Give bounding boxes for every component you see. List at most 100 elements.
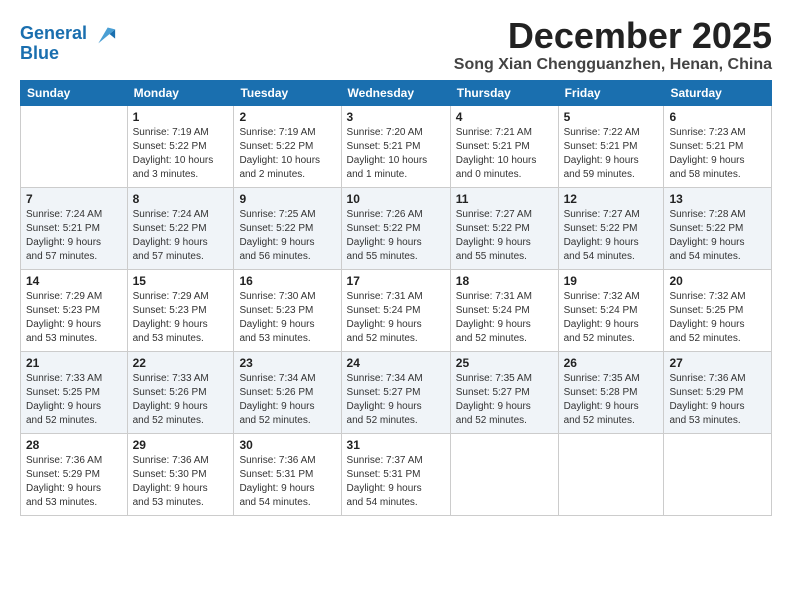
day-info: Sunrise: 7:29 AMSunset: 5:23 PMDaylight:…: [133, 290, 229, 346]
weekday-header-saturday: Saturday: [664, 80, 772, 105]
day-number: 17: [347, 274, 445, 288]
day-number: 27: [669, 356, 766, 370]
logo: General Blue: [20, 20, 117, 64]
day-info: Sunrise: 7:20 AMSunset: 5:21 PMDaylight:…: [347, 126, 445, 182]
day-info: Sunrise: 7:32 AMSunset: 5:24 PMDaylight:…: [564, 290, 659, 346]
calendar-cell: 17 Sunrise: 7:31 AMSunset: 5:24 PMDayligh…: [341, 269, 450, 351]
day-info: Sunrise: 7:30 AMSunset: 5:23 PMDaylight:…: [239, 290, 335, 346]
week-row-2: 7 Sunrise: 7:24 AMSunset: 5:21 PMDaylight…: [21, 187, 772, 269]
day-info: Sunrise: 7:22 AMSunset: 5:21 PMDaylight:…: [564, 126, 659, 182]
weekday-header-thursday: Thursday: [450, 80, 558, 105]
day-info: Sunrise: 7:35 AMSunset: 5:28 PMDaylight:…: [564, 372, 659, 428]
day-number: 15: [133, 274, 229, 288]
weekday-header-sunday: Sunday: [21, 80, 128, 105]
day-number: 8: [133, 192, 229, 206]
day-number: 11: [456, 192, 553, 206]
day-number: 7: [26, 192, 122, 206]
calendar-cell: 31 Sunrise: 7:37 AMSunset: 5:31 PMDayligh…: [341, 433, 450, 515]
calendar-cell: 10 Sunrise: 7:26 AMSunset: 5:22 PMDayligh…: [341, 187, 450, 269]
calendar-cell: 6 Sunrise: 7:23 AMSunset: 5:21 PMDaylight…: [664, 105, 772, 187]
day-info: Sunrise: 7:36 AMSunset: 5:30 PMDaylight:…: [133, 454, 229, 510]
day-info: Sunrise: 7:33 AMSunset: 5:25 PMDaylight:…: [26, 372, 122, 428]
weekday-header-friday: Friday: [558, 80, 664, 105]
day-number: 12: [564, 192, 659, 206]
day-number: 6: [669, 110, 766, 124]
week-row-3: 14 Sunrise: 7:29 AMSunset: 5:23 PMDayligh…: [21, 269, 772, 351]
calendar-cell: [558, 433, 664, 515]
calendar-cell: 2Sunrise: 7:19 AMSunset: 5:22 PMDaylight…: [234, 105, 341, 187]
weekday-header-row: SundayMondayTuesdayWednesdayThursdayFrid…: [21, 80, 772, 105]
day-number: 29: [133, 438, 229, 452]
calendar-cell: 1Sunrise: 7:19 AMSunset: 5:22 PMDaylight…: [127, 105, 234, 187]
header: General Blue December 2025 Song Xian Che…: [20, 16, 772, 74]
calendar-cell: 7 Sunrise: 7:24 AMSunset: 5:21 PMDaylight…: [21, 187, 128, 269]
day-info: Sunrise: 7:32 AMSunset: 5:25 PMDaylight:…: [669, 290, 766, 346]
day-info: Sunrise: 7:31 AMSunset: 5:24 PMDaylight:…: [347, 290, 445, 346]
calendar-cell: 21Sunrise: 7:33 AMSunset: 5:25 PMDayligh…: [21, 351, 128, 433]
weekday-header-monday: Monday: [127, 80, 234, 105]
day-info: Sunrise: 7:27 AMSunset: 5:22 PMDaylight:…: [456, 208, 553, 264]
calendar-cell: 15 Sunrise: 7:29 AMSunset: 5:23 PMDayligh…: [127, 269, 234, 351]
day-info: Sunrise: 7:36 AMSunset: 5:31 PMDaylight:…: [239, 454, 335, 510]
calendar-cell: 5Sunrise: 7:22 AMSunset: 5:21 PMDaylight…: [558, 105, 664, 187]
logo-general: General: [20, 23, 87, 43]
calendar-cell: 12 Sunrise: 7:27 AMSunset: 5:22 PMDayligh…: [558, 187, 664, 269]
calendar-cell: 14 Sunrise: 7:29 AMSunset: 5:23 PMDayligh…: [21, 269, 128, 351]
calendar-cell: 24 Sunrise: 7:34 AMSunset: 5:27 PMDayligh…: [341, 351, 450, 433]
day-number: 14: [26, 274, 122, 288]
day-info: Sunrise: 7:19 AMSunset: 5:22 PMDaylight:…: [239, 126, 335, 182]
calendar-cell: 19 Sunrise: 7:32 AMSunset: 5:24 PMDayligh…: [558, 269, 664, 351]
day-info: Sunrise: 7:24 AMSunset: 5:22 PMDaylight:…: [133, 208, 229, 264]
calendar-cell: 22Sunrise: 7:33 AMSunset: 5:26 PMDayligh…: [127, 351, 234, 433]
day-info: Sunrise: 7:29 AMSunset: 5:23 PMDaylight:…: [26, 290, 122, 346]
calendar-table: SundayMondayTuesdayWednesdayThursdayFrid…: [20, 80, 772, 516]
day-number: 10: [347, 192, 445, 206]
calendar-cell: 23Sunrise: 7:34 AMSunset: 5:26 PMDayligh…: [234, 351, 341, 433]
day-info: Sunrise: 7:23 AMSunset: 5:21 PMDaylight:…: [669, 126, 766, 182]
day-info: Sunrise: 7:35 AMSunset: 5:27 PMDaylight:…: [456, 372, 553, 428]
logo-icon: [89, 20, 117, 48]
day-info: Sunrise: 7:21 AMSunset: 5:21 PMDaylight:…: [456, 126, 553, 182]
calendar-cell: 27 Sunrise: 7:36 AMSunset: 5:29 PMDayligh…: [664, 351, 772, 433]
calendar-cell: 9Sunrise: 7:25 AMSunset: 5:22 PMDaylight…: [234, 187, 341, 269]
day-number: 16: [239, 274, 335, 288]
calendar-cell: 30 Sunrise: 7:36 AMSunset: 5:31 PMDayligh…: [234, 433, 341, 515]
day-info: Sunrise: 7:36 AMSunset: 5:29 PMDaylight:…: [26, 454, 122, 510]
day-number: 31: [347, 438, 445, 452]
title-block: December 2025 Song Xian Chengguanzhen, H…: [454, 16, 772, 74]
day-info: Sunrise: 7:26 AMSunset: 5:22 PMDaylight:…: [347, 208, 445, 264]
calendar-cell: [21, 105, 128, 187]
day-info: Sunrise: 7:19 AMSunset: 5:22 PMDaylight:…: [133, 126, 229, 182]
day-number: 25: [456, 356, 553, 370]
day-info: Sunrise: 7:37 AMSunset: 5:31 PMDaylight:…: [347, 454, 445, 510]
calendar-cell: 29 Sunrise: 7:36 AMSunset: 5:30 PMDayligh…: [127, 433, 234, 515]
day-number: 24: [347, 356, 445, 370]
weekday-header-tuesday: Tuesday: [234, 80, 341, 105]
weekday-header-wednesday: Wednesday: [341, 80, 450, 105]
day-number: 3: [347, 110, 445, 124]
day-number: 20: [669, 274, 766, 288]
day-number: 19: [564, 274, 659, 288]
page-container: General Blue December 2025 Song Xian Che…: [0, 0, 792, 526]
day-info: Sunrise: 7:27 AMSunset: 5:22 PMDaylight:…: [564, 208, 659, 264]
week-row-5: 28 Sunrise: 7:36 AMSunset: 5:29 PMDayligh…: [21, 433, 772, 515]
day-number: 30: [239, 438, 335, 452]
calendar-cell: [450, 433, 558, 515]
week-row-1: 1Sunrise: 7:19 AMSunset: 5:22 PMDaylight…: [21, 105, 772, 187]
day-info: Sunrise: 7:31 AMSunset: 5:24 PMDaylight:…: [456, 290, 553, 346]
calendar-cell: 3 Sunrise: 7:20 AMSunset: 5:21 PMDaylight…: [341, 105, 450, 187]
calendar-cell: 16 Sunrise: 7:30 AMSunset: 5:23 PMDayligh…: [234, 269, 341, 351]
day-info: Sunrise: 7:28 AMSunset: 5:22 PMDaylight:…: [669, 208, 766, 264]
day-number: 18: [456, 274, 553, 288]
day-info: Sunrise: 7:24 AMSunset: 5:21 PMDaylight:…: [26, 208, 122, 264]
day-number: 13: [669, 192, 766, 206]
day-number: 22: [133, 356, 229, 370]
day-info: Sunrise: 7:34 AMSunset: 5:27 PMDaylight:…: [347, 372, 445, 428]
day-number: 28: [26, 438, 122, 452]
day-number: 4: [456, 110, 553, 124]
calendar-cell: 26 Sunrise: 7:35 AMSunset: 5:28 PMDayligh…: [558, 351, 664, 433]
day-info: Sunrise: 7:36 AMSunset: 5:29 PMDaylight:…: [669, 372, 766, 428]
day-number: 26: [564, 356, 659, 370]
location-title: Song Xian Chengguanzhen, Henan, China: [454, 56, 772, 74]
calendar-cell: 28 Sunrise: 7:36 AMSunset: 5:29 PMDayligh…: [21, 433, 128, 515]
